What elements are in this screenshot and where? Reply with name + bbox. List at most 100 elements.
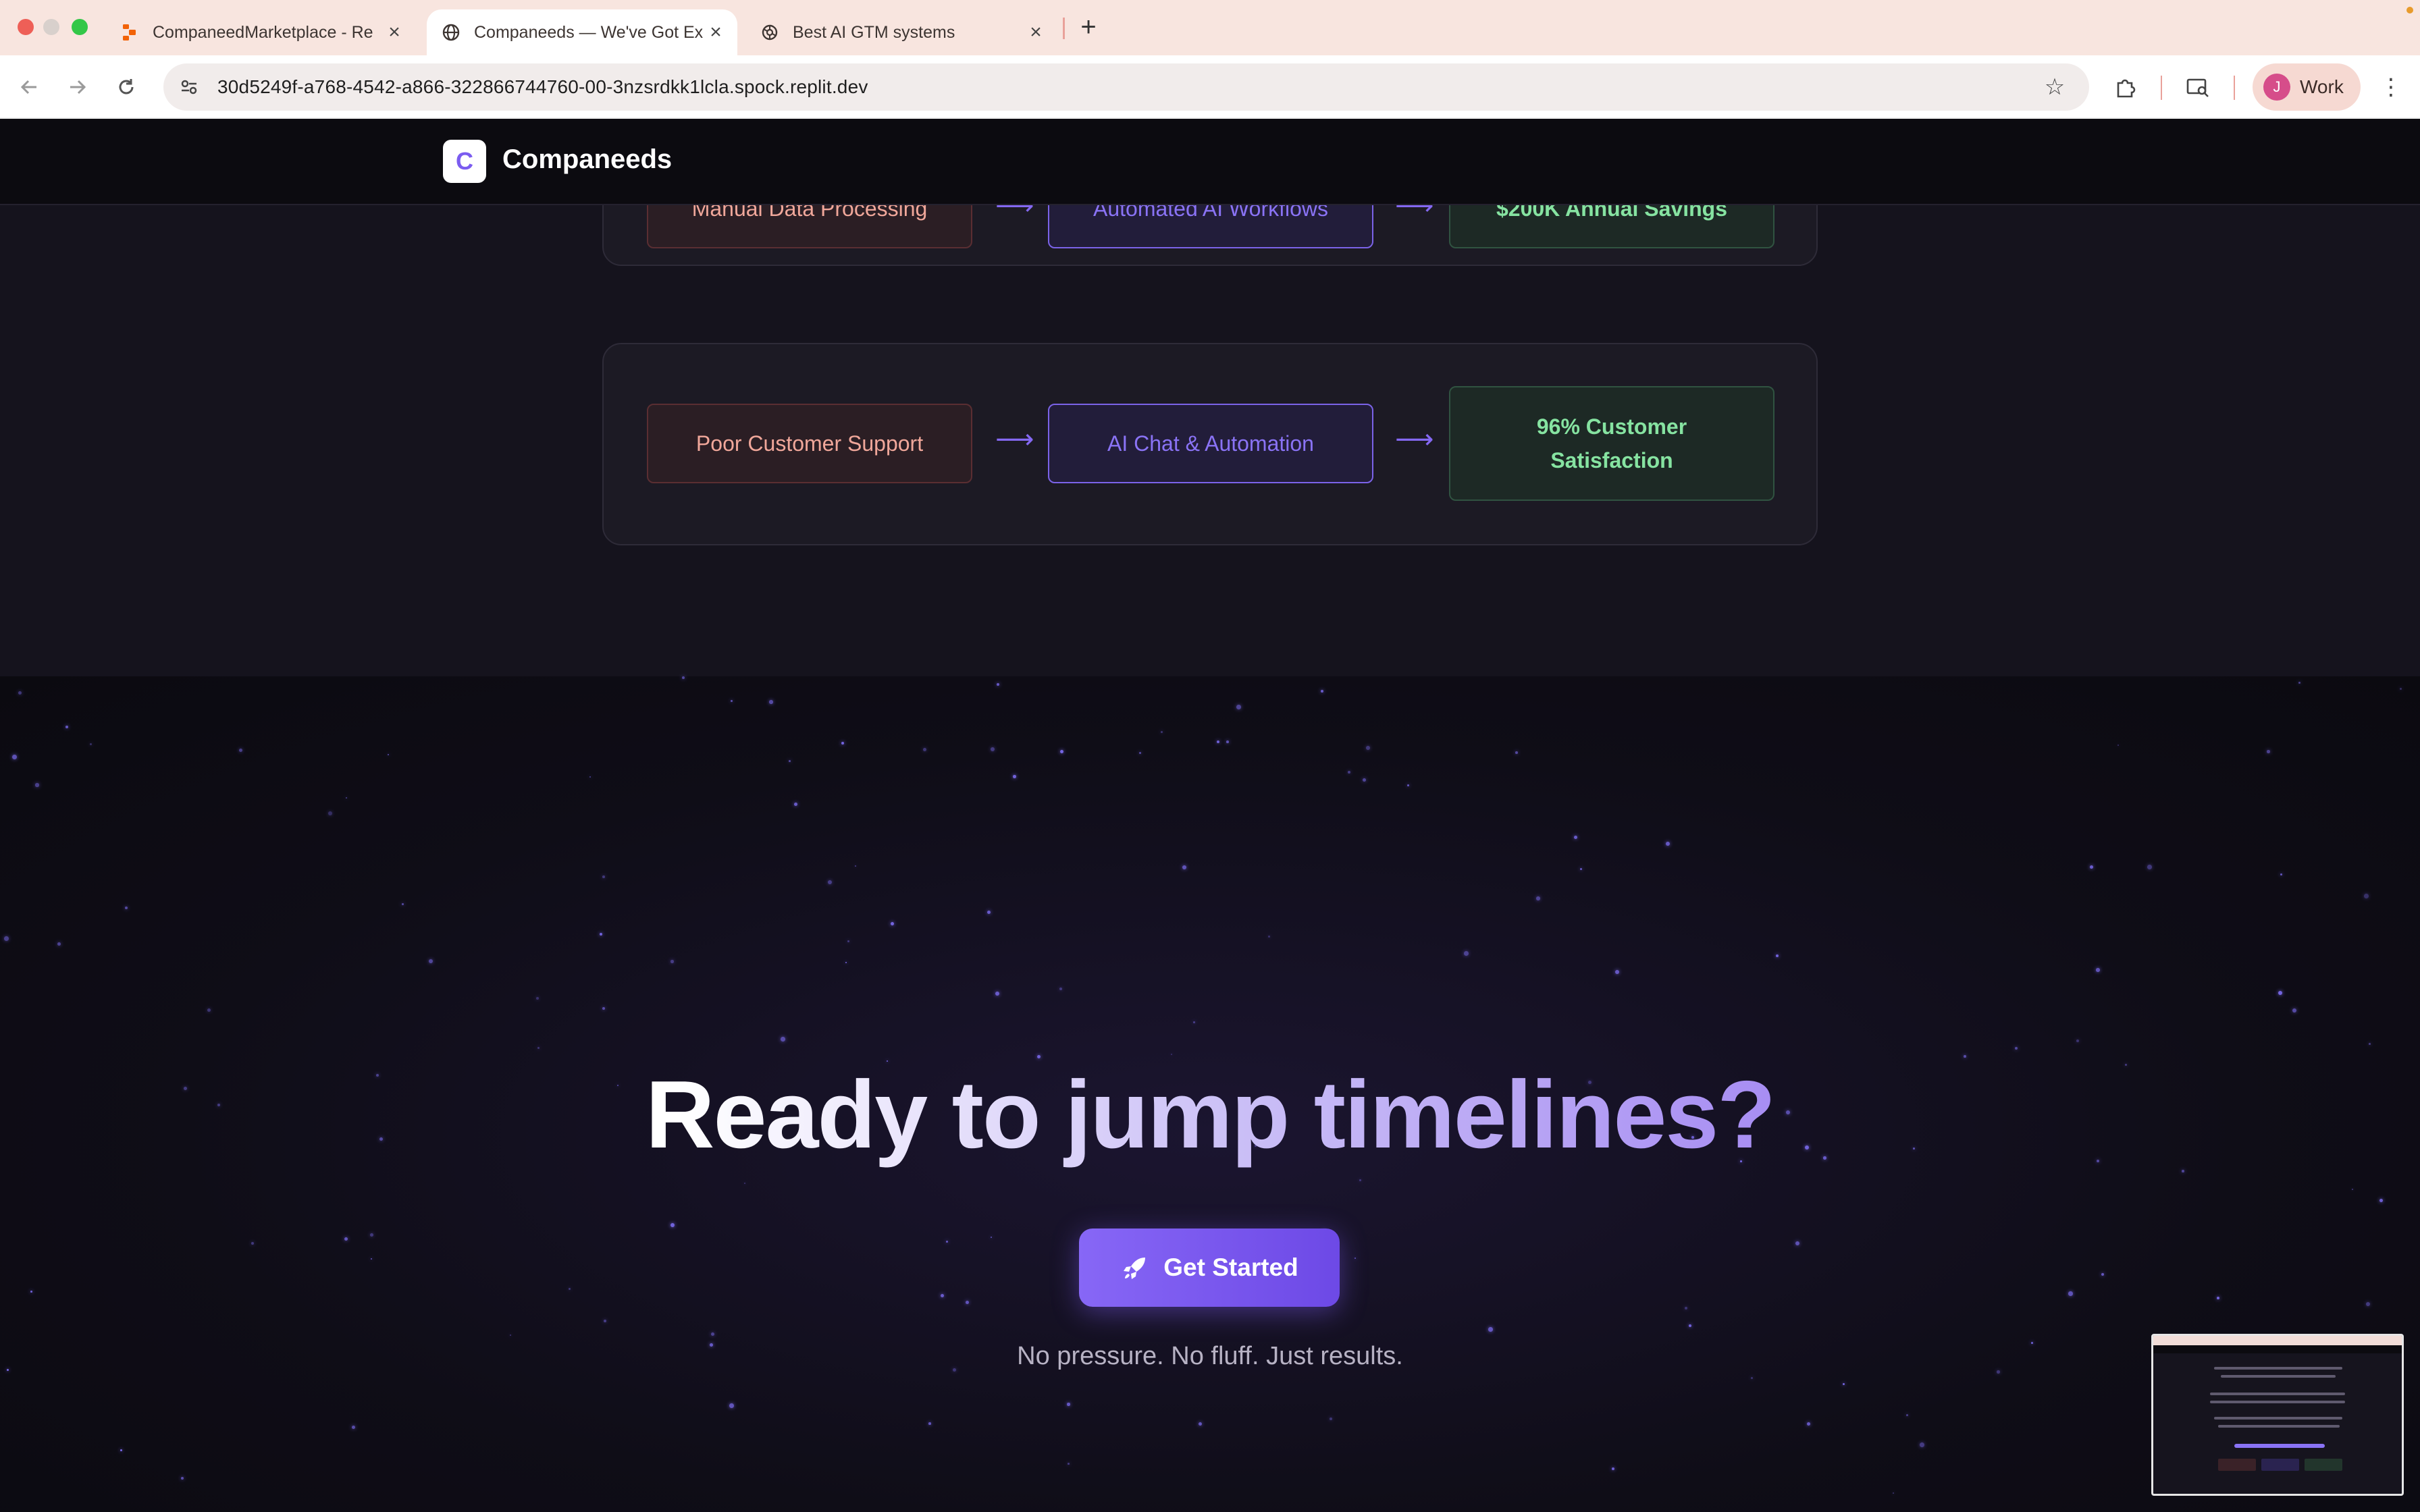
browser-menu-icon[interactable]: ⋮	[2374, 70, 2408, 104]
star	[711, 1332, 715, 1336]
star	[1013, 775, 1016, 778]
star	[602, 875, 605, 878]
logo[interactable]: C	[443, 140, 486, 183]
star	[4, 936, 9, 941]
close-icon[interactable]: ×	[704, 20, 728, 45]
cta-tagline: No pressure. No fluff. Just results.	[1017, 1342, 1403, 1370]
arrow-left-icon	[20, 80, 36, 94]
close-icon[interactable]: ×	[382, 20, 406, 45]
window-close-button[interactable]	[18, 19, 34, 35]
tab-companeed-marketplace[interactable]: CompaneedMarketplace - Re ×	[105, 9, 416, 55]
back-button[interactable]	[12, 70, 46, 104]
star	[429, 959, 433, 964]
star	[1060, 750, 1063, 753]
arrow-right-icon: ⟶	[1395, 425, 1434, 454]
star	[1893, 1492, 1895, 1494]
star	[536, 997, 540, 1000]
star	[928, 1422, 931, 1425]
page-preview-thumbnail[interactable]	[2151, 1334, 2404, 1496]
site-settings-icon[interactable]	[176, 74, 203, 101]
result-box: 96% Customer Satisfaction	[1449, 386, 1774, 501]
address-bar[interactable]: 30d5249f-a768-4542-a866-322866744760-00-…	[163, 63, 2089, 111]
star	[57, 942, 61, 946]
tab-companeeds[interactable]: Companeeds — We've Got Ex ×	[427, 9, 737, 55]
star	[1182, 865, 1186, 869]
star	[1906, 1414, 1908, 1416]
star	[769, 700, 773, 704]
star	[941, 1294, 945, 1298]
star	[1359, 1179, 1362, 1182]
site-header: C Companeeds	[0, 119, 2420, 205]
window-minimize-button[interactable]	[43, 19, 59, 35]
profile-button[interactable]: J Work	[2253, 63, 2361, 111]
star	[1685, 1307, 1688, 1310]
star	[1407, 784, 1410, 787]
star	[1226, 740, 1229, 743]
star	[923, 748, 927, 752]
star	[1193, 1021, 1195, 1023]
star	[1964, 1055, 1966, 1058]
cta-section: Ready to jump timelines? Get Started No …	[0, 676, 2420, 1512]
star	[2352, 1189, 2354, 1191]
star	[30, 1291, 32, 1293]
star	[997, 683, 1000, 686]
star	[1920, 1442, 1924, 1447]
star	[789, 760, 791, 762]
star	[1488, 1327, 1493, 1332]
star	[828, 880, 833, 885]
star	[1689, 1324, 1692, 1328]
extensions-icon[interactable]	[2108, 70, 2142, 104]
get-started-button[interactable]: Get Started	[1079, 1228, 1340, 1307]
reload-button[interactable]	[109, 70, 143, 104]
window-maximize-button[interactable]	[72, 19, 88, 35]
star	[370, 1233, 374, 1237]
rocket-icon	[1120, 1253, 1150, 1282]
toolbar-separator	[2161, 76, 2162, 100]
star	[388, 754, 390, 756]
star	[1348, 771, 1351, 774]
tab-title: Best AI GTM systems	[793, 22, 955, 42]
star	[670, 1223, 675, 1227]
star	[1321, 690, 1324, 693]
star	[1843, 1383, 1845, 1386]
star	[1612, 1467, 1615, 1471]
star	[1268, 936, 1270, 938]
new-tab-button[interactable]: +	[1074, 12, 1103, 42]
brand-name[interactable]: Companeeds	[502, 144, 672, 175]
tab-search-icon[interactable]	[2181, 70, 2215, 104]
star	[1363, 778, 1366, 782]
tab-best-ai-gtm[interactable]: Best AI GTM systems ×	[745, 9, 1057, 55]
star	[891, 922, 895, 926]
star	[1366, 746, 1371, 751]
star	[600, 933, 602, 936]
star	[1574, 836, 1578, 840]
star	[855, 865, 857, 867]
bookmark-star-icon[interactable]: ☆	[2041, 73, 2069, 101]
star	[589, 776, 591, 778]
close-icon[interactable]: ×	[1024, 20, 1048, 45]
star	[991, 747, 995, 751]
star	[569, 1288, 571, 1291]
star	[602, 1007, 606, 1010]
star	[18, 691, 22, 695]
browser-toolbar: 30d5249f-a768-4542-a866-322866744760-00-…	[0, 55, 2420, 119]
star	[344, 1237, 348, 1241]
star	[1330, 1418, 1333, 1421]
star	[2015, 1047, 2018, 1050]
arrow-right-icon: ⟶	[995, 425, 1034, 454]
star	[841, 742, 844, 745]
star	[744, 1183, 746, 1185]
star	[1171, 1054, 1172, 1055]
star	[352, 1426, 356, 1430]
browser-tab-bar: CompaneedMarketplace - Re × Companeeds —…	[0, 0, 2420, 55]
star	[1217, 740, 1220, 744]
forward-button[interactable]	[61, 70, 95, 104]
star	[1776, 954, 1779, 958]
star	[2298, 682, 2301, 684]
star	[2369, 1043, 2371, 1045]
star	[1464, 951, 1469, 956]
star	[1059, 988, 1063, 991]
tab-title: CompaneedMarketplace - Re	[153, 22, 373, 42]
star	[120, 1449, 122, 1451]
solution-box: AI Chat & Automation	[1048, 404, 1373, 483]
